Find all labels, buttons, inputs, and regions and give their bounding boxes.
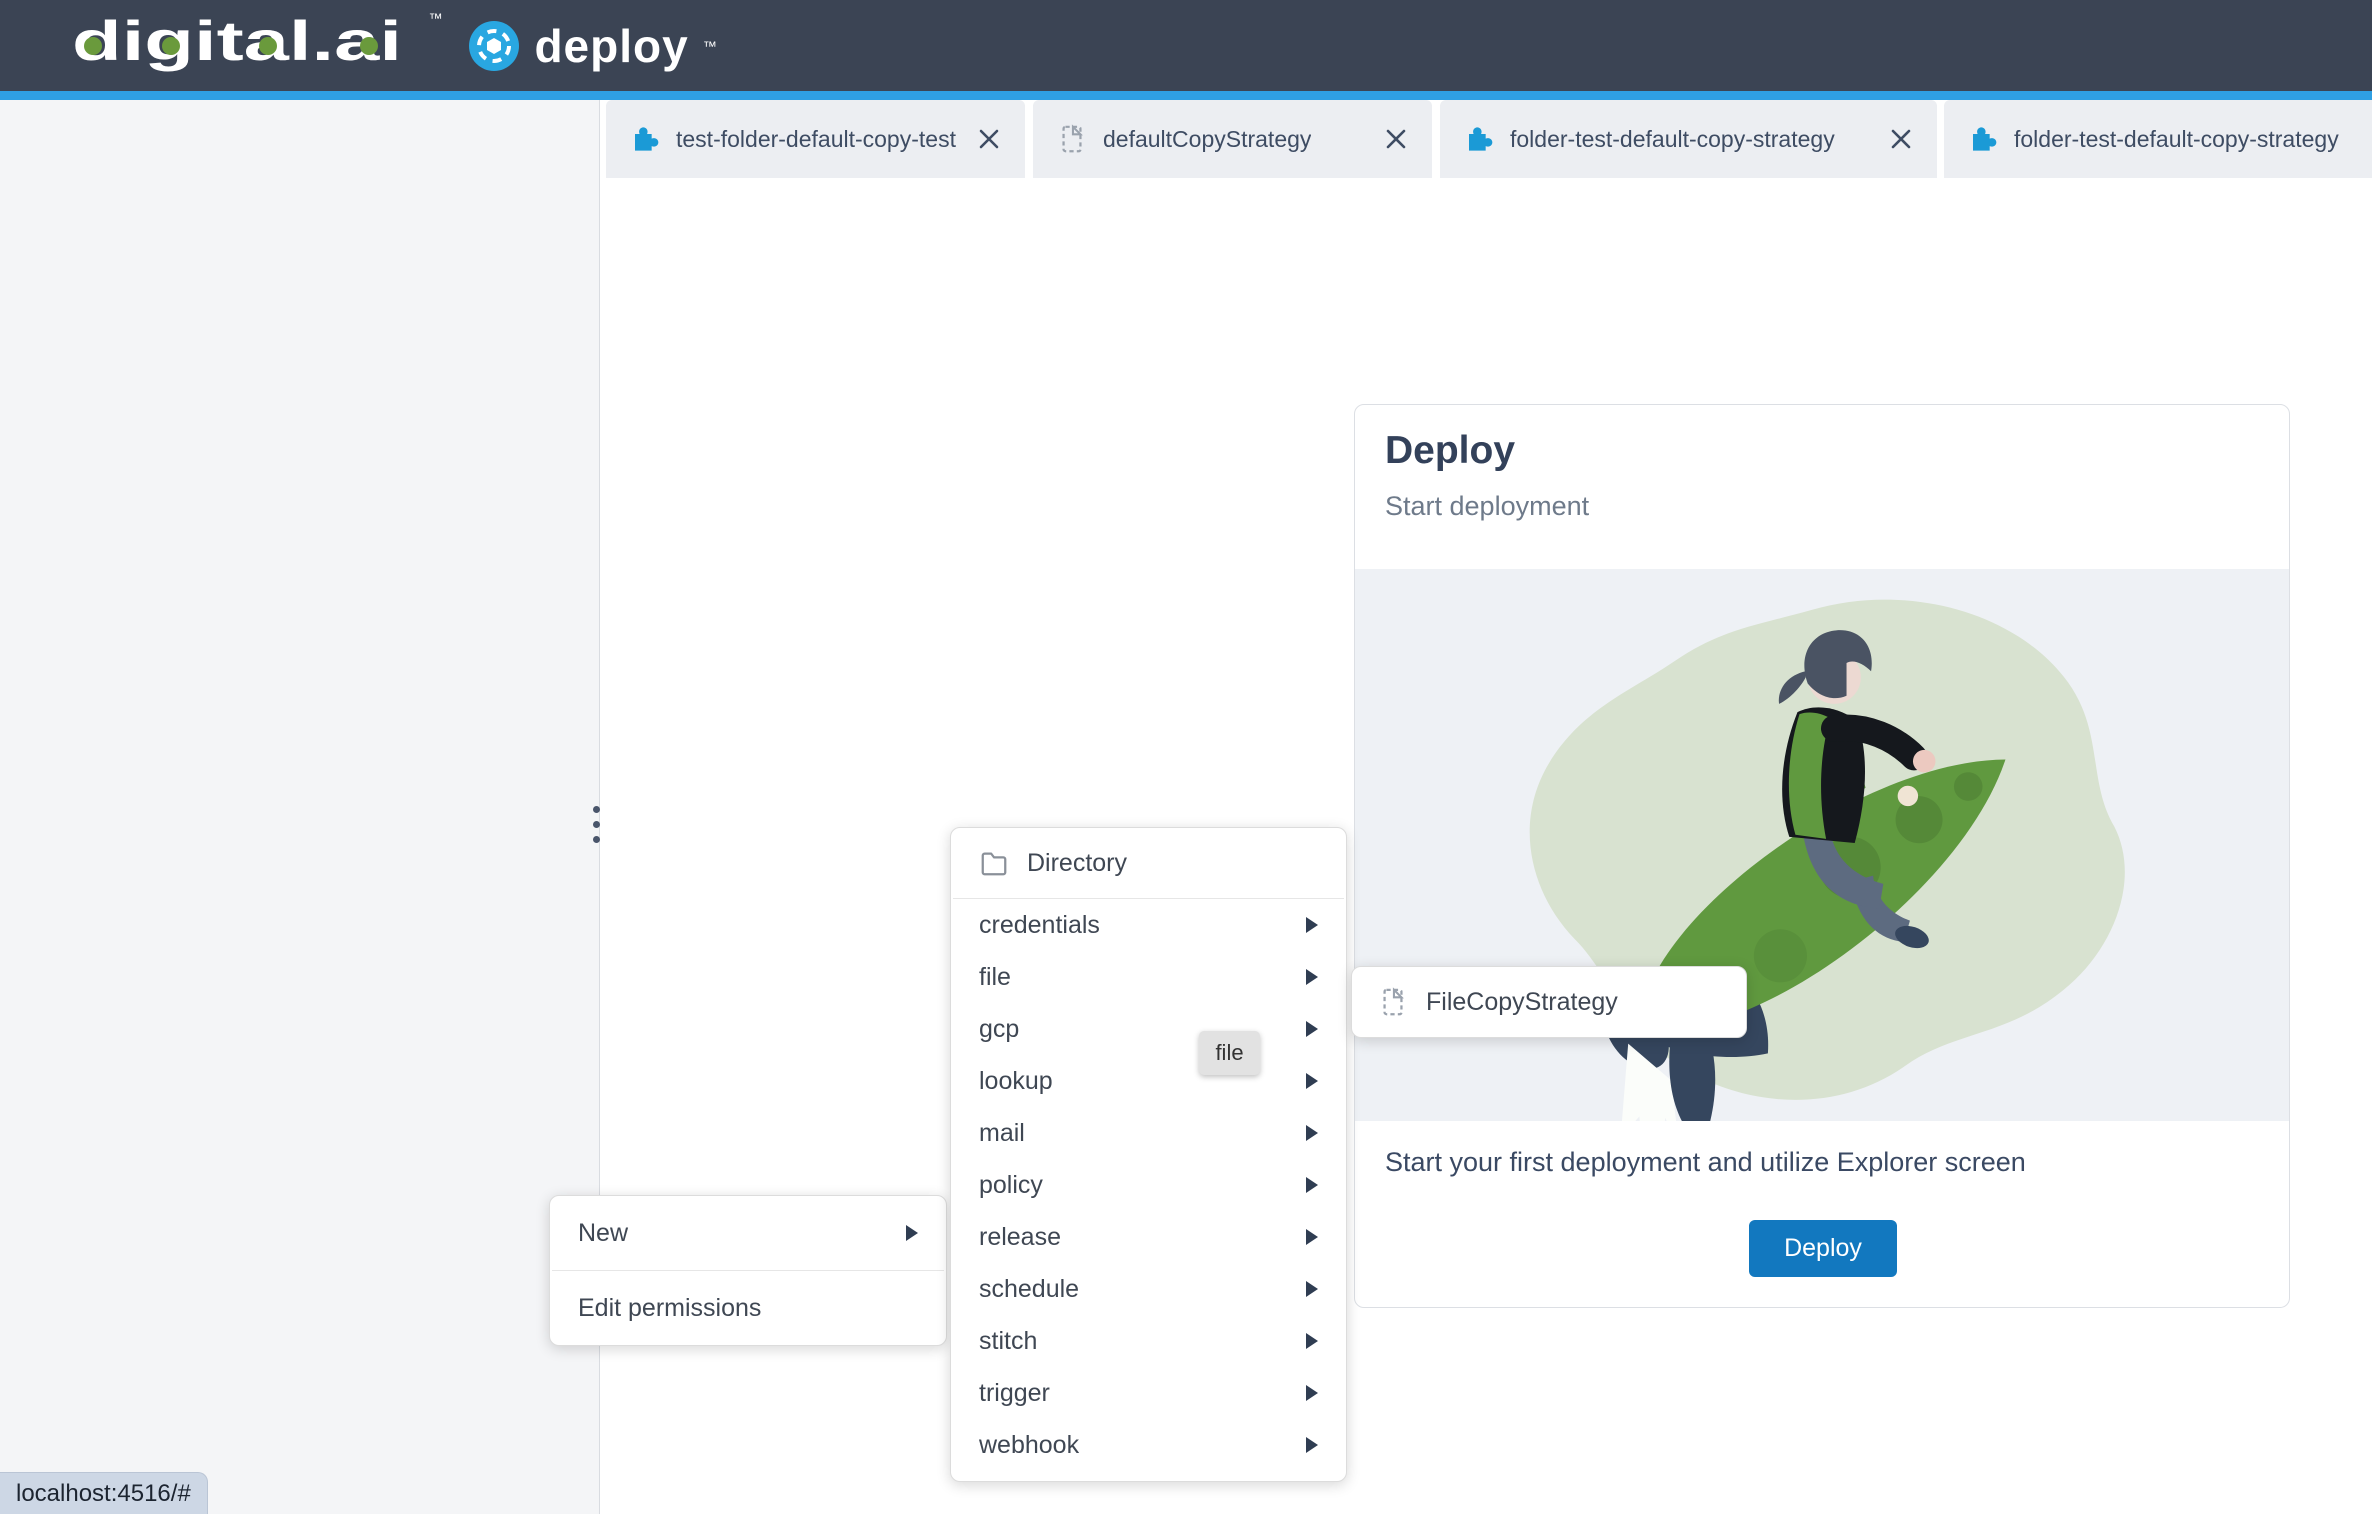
svg-text:digital.ai: digital.ai [72, 10, 402, 72]
menu-item-new[interactable]: New [550, 1196, 946, 1270]
digitalai-logo: digital.ai ™ [72, 9, 443, 81]
submenu-arrow-icon [1306, 1021, 1318, 1037]
browser-status-bar: localhost:4516/# [0, 1472, 208, 1514]
deploy-button[interactable]: Deploy [1749, 1220, 1897, 1277]
menu-item-credentials[interactable]: credentials [951, 899, 1346, 951]
menu-item-webhook[interactable]: webhook [951, 1419, 1346, 1471]
tab-folder-test-default-copy-strategy-2[interactable]: folder-test-default-copy-strategy [1944, 100, 2372, 178]
status-url: localhost:4516/# [16, 1479, 191, 1507]
deploy-card: Deploy Start deployment Start your first… [1354, 404, 2290, 1308]
menu-item-policy[interactable]: policy [951, 1159, 1346, 1211]
file-submenu[interactable]: FileCopyStrategy [1351, 966, 1747, 1038]
close-icon[interactable] [977, 127, 1001, 151]
drag-ghost-label: file [1215, 1040, 1244, 1065]
submenu-arrow-icon [1306, 1437, 1318, 1453]
submenu-arrow-icon [1306, 1333, 1318, 1349]
folder-icon [981, 852, 1007, 876]
deploy-logo-icon [469, 20, 520, 71]
accent-strip [0, 91, 2372, 100]
rocket-illustration [1529, 599, 2125, 1121]
digitalai-tm: ™ [428, 10, 443, 26]
menu-item-lookup[interactable]: lookup [951, 1055, 1346, 1107]
tab-label: defaultCopyStrategy [1103, 125, 1312, 152]
menu-item-release[interactable]: release [951, 1211, 1346, 1263]
card-title: Deploy [1385, 429, 1516, 472]
file-dashed-icon [1383, 987, 1404, 1016]
deploy-brand: deploy ™ [468, 19, 717, 73]
illustration-band [1355, 569, 2289, 1121]
menu-item-gcp[interactable]: gcp [951, 1003, 1346, 1055]
menu-item-stitch[interactable]: stitch [951, 1315, 1346, 1367]
puzzle-icon [1973, 127, 1997, 151]
tab-defaultcopystrategy[interactable]: defaultCopyStrategy [1033, 100, 1432, 178]
menu-item-file[interactable]: file [951, 951, 1346, 1003]
submenu-arrow-icon [1306, 1125, 1318, 1141]
app-root: digital.ai ™ deploy ™ test-folder-defaul… [0, 0, 2372, 1514]
sidebar-resize-handle[interactable] [593, 806, 600, 843]
drag-ghost: file [1199, 1031, 1260, 1075]
file-dashed-icon [1062, 124, 1083, 153]
menu-item-directory[interactable]: Directory [951, 828, 1346, 898]
submenu-arrow-icon [1306, 1073, 1318, 1089]
context-menu: New Edit permissions [549, 1195, 947, 1346]
card-description: Start your first deployment and utilize … [1385, 1147, 2026, 1177]
submenu-arrow-icon [1306, 1385, 1318, 1401]
submenu-arrow-icon [906, 1225, 918, 1241]
explorer-sidebar [0, 100, 600, 1514]
tab-label: test-folder-default-copy-test [676, 125, 956, 152]
puzzle-icon [635, 127, 659, 151]
tab-label: folder-test-default-copy-strategy [2014, 125, 2339, 152]
new-type-menu: Directory credentials file gcp lookup ma… [950, 827, 1347, 1482]
tab-test-folder-default-copy-test[interactable]: test-folder-default-copy-test [606, 100, 1025, 178]
submenu-arrow-icon [1306, 969, 1318, 985]
card-subtitle: Start deployment [1385, 491, 1590, 521]
menu-item-filecopystrategy[interactable]: FileCopyStrategy [1426, 988, 1618, 1017]
submenu-arrow-icon [1306, 1281, 1318, 1297]
puzzle-icon [1469, 127, 1493, 151]
menu-item-schedule[interactable]: schedule [951, 1263, 1346, 1315]
submenu-arrow-icon [1306, 1177, 1318, 1193]
digitalai-logo-icon: digital.ai [72, 9, 402, 72]
submenu-arrow-icon [1306, 917, 1318, 933]
menu-item-trigger[interactable]: trigger [951, 1367, 1346, 1419]
close-icon[interactable] [1384, 127, 1408, 151]
deploy-wordmark: deploy [534, 19, 689, 72]
submenu-arrow-icon [1306, 1229, 1318, 1245]
deploy-tm: ™ [702, 37, 717, 54]
top-navbar: digital.ai ™ deploy ™ [0, 0, 2372, 91]
menu-item-edit-permissions[interactable]: Edit permissions [550, 1271, 946, 1345]
brand: digital.ai ™ deploy ™ [72, 9, 717, 81]
tab-label: folder-test-default-copy-strategy [1510, 125, 1835, 152]
menu-item-mail[interactable]: mail [951, 1107, 1346, 1159]
tab-folder-test-default-copy-strategy[interactable]: folder-test-default-copy-strategy [1440, 100, 1937, 178]
close-icon[interactable] [1889, 127, 1913, 151]
